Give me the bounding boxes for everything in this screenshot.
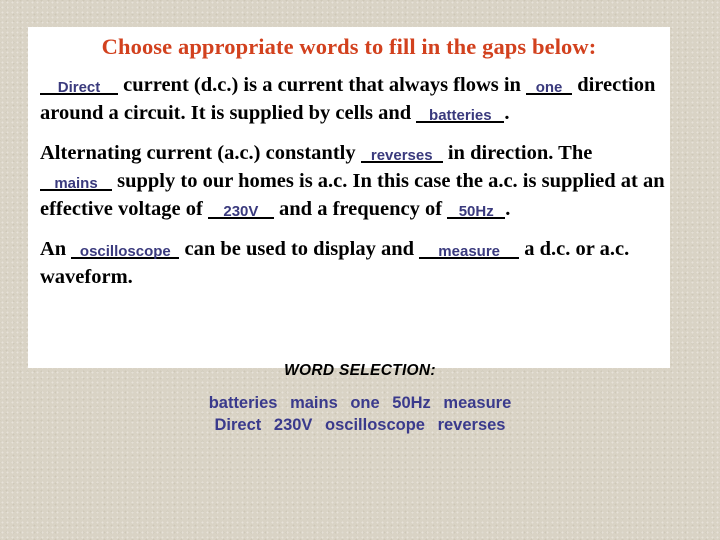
text-run-p2-4: and a frequency of: [273, 198, 448, 220]
slide-canvas: Choose appropriate words to fill in the …: [0, 0, 720, 540]
text-run-p2-5: .: [505, 198, 511, 220]
answer-batteries: batteries: [429, 107, 492, 124]
text-run-p3-1: An: [40, 238, 72, 260]
word-option[interactable]: 50Hz: [392, 394, 431, 412]
blank-voltage[interactable]: 230V: [207, 199, 274, 220]
answer-frequency: 50Hz: [458, 203, 494, 220]
paragraph-2: Alternating current (a.c.) constantly re…: [40, 139, 668, 223]
word-option[interactable]: reverses: [438, 416, 506, 434]
content-panel: Choose appropriate words to fill in the …: [28, 27, 670, 368]
blank-oscilloscope[interactable]: oscilloscope: [71, 239, 180, 260]
page-title: Choose appropriate words to fill in the …: [101, 34, 597, 59]
paragraph-3: An oscilloscope can be used to display a…: [40, 235, 668, 291]
answer-oscilloscope: oscilloscope: [79, 243, 171, 260]
paragraph-1: Direct current (d.c.) is a current that …: [40, 71, 668, 127]
text-run-p2-2: in direction. The: [442, 142, 593, 164]
blank-direct[interactable]: Direct: [40, 75, 118, 95]
word-option[interactable]: measure: [443, 394, 511, 412]
word-selection-heading: WORD SELECTION:: [284, 362, 436, 379]
text-run-p1-3: .: [504, 102, 510, 124]
answer-measure: measure: [438, 243, 501, 260]
word-option[interactable]: one: [350, 394, 379, 412]
blank-batteries[interactable]: batteries: [416, 103, 505, 124]
answer-mains: mains: [54, 175, 98, 192]
word-option[interactable]: batteries: [209, 394, 278, 412]
text-run-p3-2: can be used to display and: [179, 238, 420, 260]
word-option[interactable]: oscilloscope: [325, 416, 425, 434]
answer-voltage: 230V: [223, 203, 259, 220]
word-option[interactable]: mains: [290, 394, 338, 412]
answer-one: one: [535, 79, 563, 96]
word-row-1: batteries mains one 50Hz measure: [0, 392, 720, 414]
text-run-p1-1: current (d.c.) is a current that always …: [118, 74, 527, 96]
blank-reverses[interactable]: reverses: [360, 143, 443, 164]
text-run-p2-1: Alternating current (a.c.) constantly: [40, 142, 361, 164]
blank-one[interactable]: one: [526, 75, 573, 96]
answer-reverses: reverses: [370, 147, 433, 164]
blank-measure[interactable]: measure: [419, 239, 520, 260]
blank-frequency[interactable]: 50Hz: [447, 199, 506, 220]
word-row-2: Direct 230V oscilloscope reverses: [0, 414, 720, 436]
word-option[interactable]: Direct: [215, 416, 262, 434]
word-selection-list: batteries mains one 50Hz measure Direct …: [0, 392, 720, 436]
word-option[interactable]: 230V: [274, 416, 313, 434]
blank-mains[interactable]: mains: [40, 171, 112, 191]
answer-direct: Direct: [57, 79, 101, 96]
exercise-body: Direct current (d.c.) is a current that …: [40, 71, 668, 291]
